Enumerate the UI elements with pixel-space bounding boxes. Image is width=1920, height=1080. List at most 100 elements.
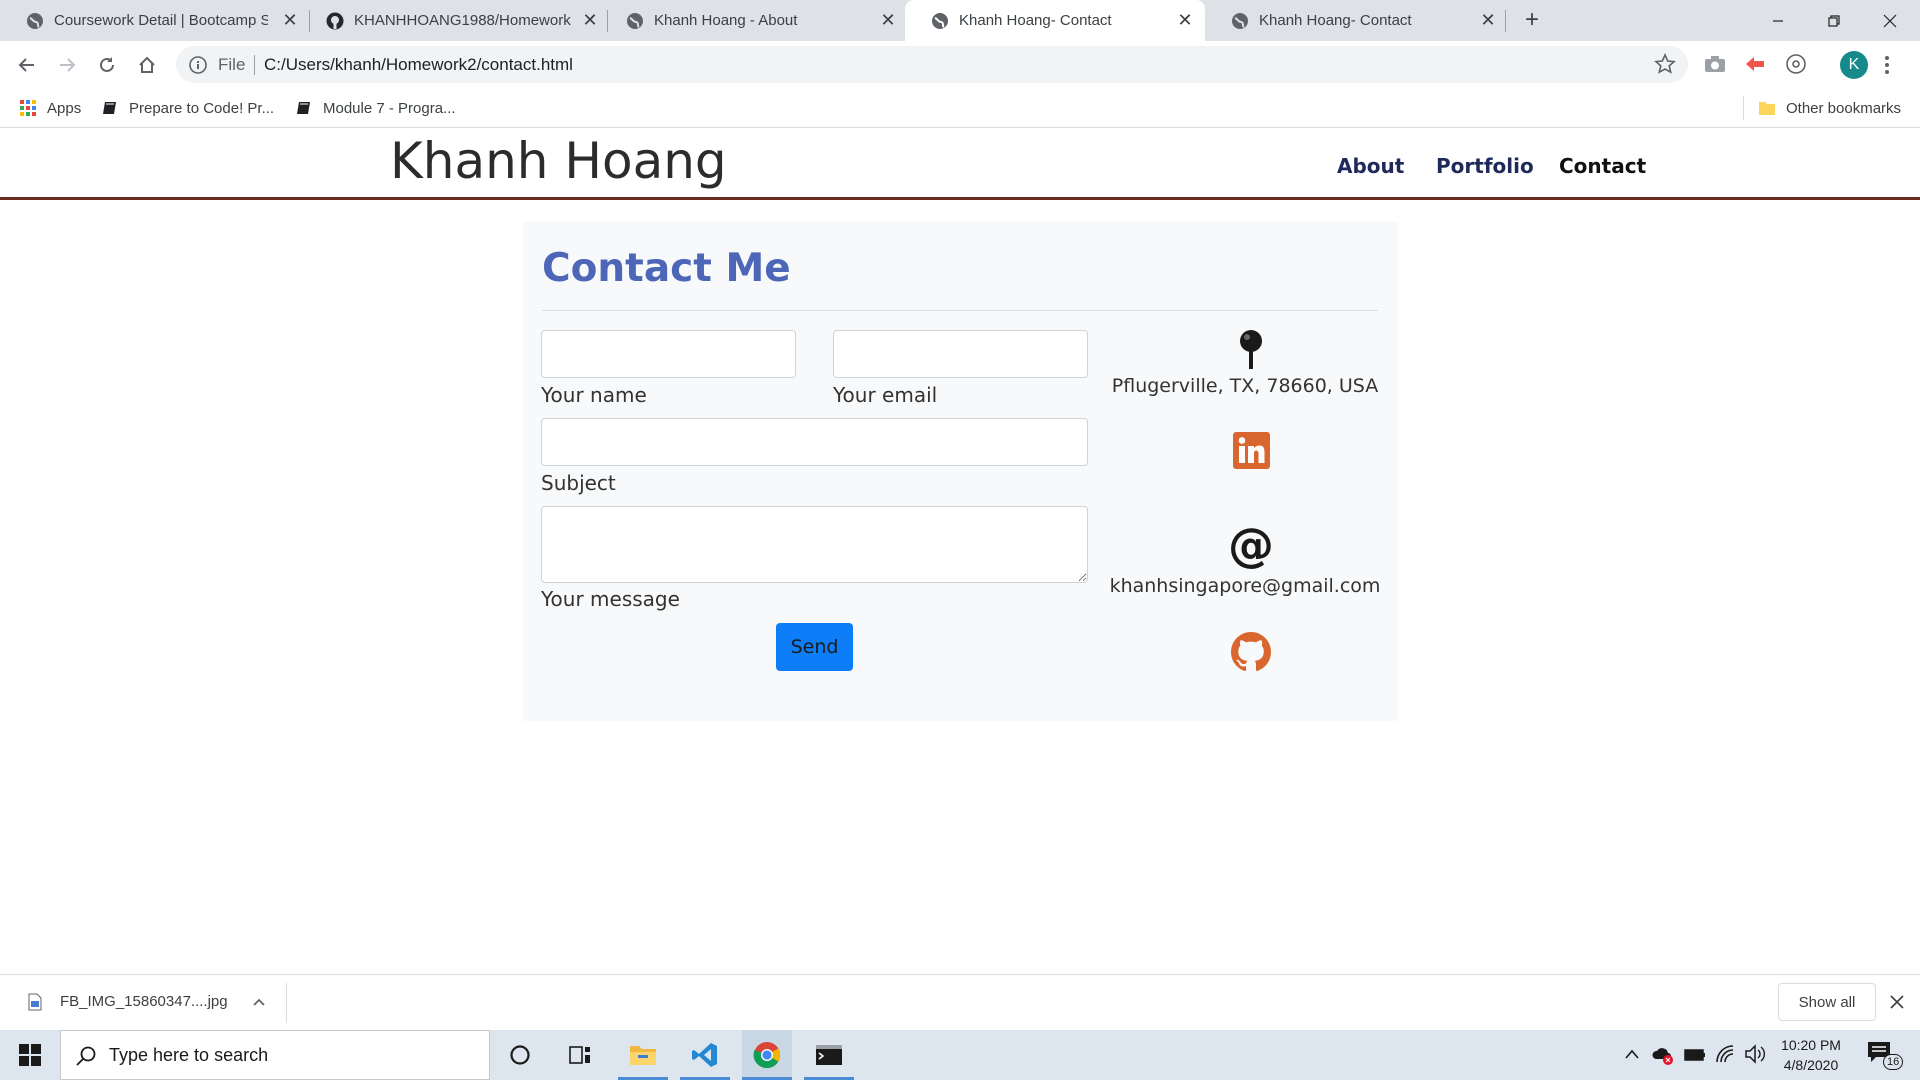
apps-grid-icon — [20, 100, 36, 116]
clock[interactable]: 10:20 PM 4/8/2020 — [1776, 1035, 1846, 1075]
battery-icon[interactable] — [1684, 1046, 1706, 1064]
other-bookmarks-label: Other bookmarks — [1786, 99, 1902, 117]
close-tab-icon[interactable]: ✕ — [1478, 10, 1498, 30]
tab-about[interactable]: Khanh Hoang - About ✕ — [600, 0, 900, 41]
taskbar-search[interactable]: Type here to search — [60, 1030, 490, 1080]
speaker-icon[interactable] — [1744, 1044, 1766, 1064]
terminal-icon — [816, 1045, 842, 1065]
vscode-button[interactable] — [680, 1030, 730, 1080]
scheme-label: File — [218, 55, 246, 74]
file-explorer-button[interactable] — [618, 1030, 668, 1080]
downloads-divider — [286, 983, 287, 1023]
clock-date: 4/8/2020 — [1783, 1057, 1839, 1073]
bookmark-apps[interactable]: Apps — [19, 98, 81, 118]
minimize-icon — [1773, 19, 1783, 22]
tab-contact-active[interactable]: Khanh Hoang- Contact ✕ — [905, 0, 1205, 41]
nav-portfolio[interactable]: Portfolio — [1436, 154, 1534, 178]
heading-divider — [542, 310, 1378, 311]
message-textarea[interactable] — [541, 506, 1088, 583]
email-label: Your email — [833, 383, 938, 407]
bookmark-label: Apps — [47, 99, 82, 117]
linkedin-icon[interactable] — [1233, 432, 1270, 469]
bookmark-star-icon[interactable] — [1654, 53, 1676, 75]
terminal-button[interactable] — [804, 1030, 854, 1080]
share-extension-icon[interactable] — [1744, 54, 1766, 74]
action-center-button[interactable]: 16 — [1866, 1040, 1906, 1072]
minimize-button[interactable] — [1750, 0, 1806, 41]
globe-icon — [27, 13, 43, 29]
bookmark-prepare-to-code[interactable]: Prepare to Code! Pr... — [101, 98, 274, 118]
close-icon — [1883, 14, 1897, 27]
back-button[interactable] — [13, 51, 41, 79]
chrome-button[interactable] — [742, 1030, 792, 1080]
home-button[interactable] — [133, 51, 161, 79]
start-button[interactable] — [5, 1030, 55, 1080]
bookmark-module-7[interactable]: Module 7 - Progra... — [295, 98, 456, 118]
browser-tab-strip: Coursework Detail | Bootcamp Sp ✕ KHANHH… — [0, 0, 1920, 41]
chevron-up-icon[interactable] — [252, 997, 266, 1007]
close-icon[interactable] — [1890, 995, 1904, 1009]
tab-title: KHANHHOANG1988/Homework — [354, 12, 571, 29]
address-bar[interactable]: File C:/Users/khanh/Homework2/contact.ht… — [176, 46, 1688, 83]
restore-button[interactable] — [1806, 0, 1862, 41]
windows-taskbar: Type here to search 10:20 PM 4/8/2020 16 — [0, 1030, 1920, 1080]
home-icon — [139, 56, 155, 73]
tab-divider — [1505, 10, 1506, 32]
camera-extension-icon[interactable] — [1704, 54, 1726, 74]
profile-avatar[interactable]: K — [1840, 51, 1868, 79]
cortana-button[interactable] — [495, 1030, 545, 1080]
vscode-icon — [692, 1043, 717, 1067]
nav-about[interactable]: About — [1337, 154, 1404, 178]
forward-button[interactable] — [53, 51, 81, 79]
folder-icon — [1759, 102, 1775, 115]
download-filename[interactable]: FB_IMG_15860347....jpg — [60, 993, 228, 1010]
site-header: Khanh Hoang About Portfolio Contact — [0, 128, 1920, 200]
info-icon[interactable] — [188, 55, 208, 75]
nav-contact[interactable]: Contact — [1559, 154, 1646, 178]
bookmark-label: Module 7 - Progra... — [323, 99, 456, 117]
reload-button[interactable] — [93, 51, 121, 79]
bookmarks-bar: Apps Prepare to Code! Pr... Module 7 - P… — [0, 88, 1920, 128]
task-view-button[interactable] — [555, 1030, 605, 1080]
downloads-bar: FB_IMG_15860347....jpg Show all — [0, 974, 1920, 1030]
close-tab-icon[interactable]: ✕ — [280, 10, 300, 30]
chevron-up-icon[interactable] — [1624, 1048, 1640, 1060]
close-tab-icon[interactable]: ✕ — [580, 10, 600, 30]
close-tab-icon[interactable]: ✕ — [878, 10, 898, 30]
image-file-icon — [28, 993, 42, 1011]
globe-icon — [932, 13, 948, 29]
email-at-icon: @ — [1228, 518, 1274, 572]
name-input[interactable] — [541, 330, 796, 378]
subject-input[interactable] — [541, 418, 1088, 466]
site-brand[interactable]: Khanh Hoang — [390, 132, 727, 190]
tab-github[interactable]: KHANHHOANG1988/Homework ✕ — [300, 0, 600, 41]
close-window-button[interactable] — [1862, 0, 1918, 41]
restore-icon — [1828, 14, 1840, 27]
book-icon — [297, 102, 310, 114]
search-placeholder: Type here to search — [109, 1045, 269, 1065]
folder-icon — [630, 1046, 656, 1065]
email-input[interactable] — [833, 330, 1088, 378]
url-text[interactable]: C:/Users/khanh/Homework2/contact.html — [264, 55, 573, 75]
close-tab-icon[interactable]: ✕ — [1175, 10, 1195, 30]
clock-time: 10:20 PM — [1781, 1037, 1841, 1053]
github-icon[interactable] — [1231, 632, 1271, 672]
send-button[interactable]: Send — [776, 623, 853, 671]
search-icon — [76, 1046, 96, 1066]
tab-contact[interactable]: Khanh Hoang- Contact ✕ — [1205, 0, 1505, 41]
extension-icon[interactable] — [1785, 53, 1807, 75]
wifi-icon[interactable] — [1715, 1044, 1735, 1064]
browser-toolbar: File C:/Users/khanh/Homework2/contact.ht… — [0, 41, 1920, 88]
onedrive-error-icon[interactable] — [1652, 1044, 1674, 1066]
show-all-button[interactable]: Show all — [1778, 983, 1876, 1021]
tab-coursework[interactable]: Coursework Detail | Bootcamp Sp ✕ — [0, 0, 300, 41]
tab-title: Khanh Hoang - About — [654, 12, 798, 29]
email-text[interactable]: khanhsingapore@gmail.com — [1095, 575, 1395, 597]
other-bookmarks[interactable]: Other bookmarks — [1758, 98, 1901, 118]
arrow-left-icon — [18, 58, 34, 72]
kebab-menu-icon[interactable] — [1884, 55, 1890, 75]
arrow-right-icon — [60, 58, 76, 72]
new-tab-button[interactable]: + — [1520, 8, 1544, 32]
map-pin-icon — [1240, 330, 1262, 369]
reload-icon — [100, 57, 114, 72]
